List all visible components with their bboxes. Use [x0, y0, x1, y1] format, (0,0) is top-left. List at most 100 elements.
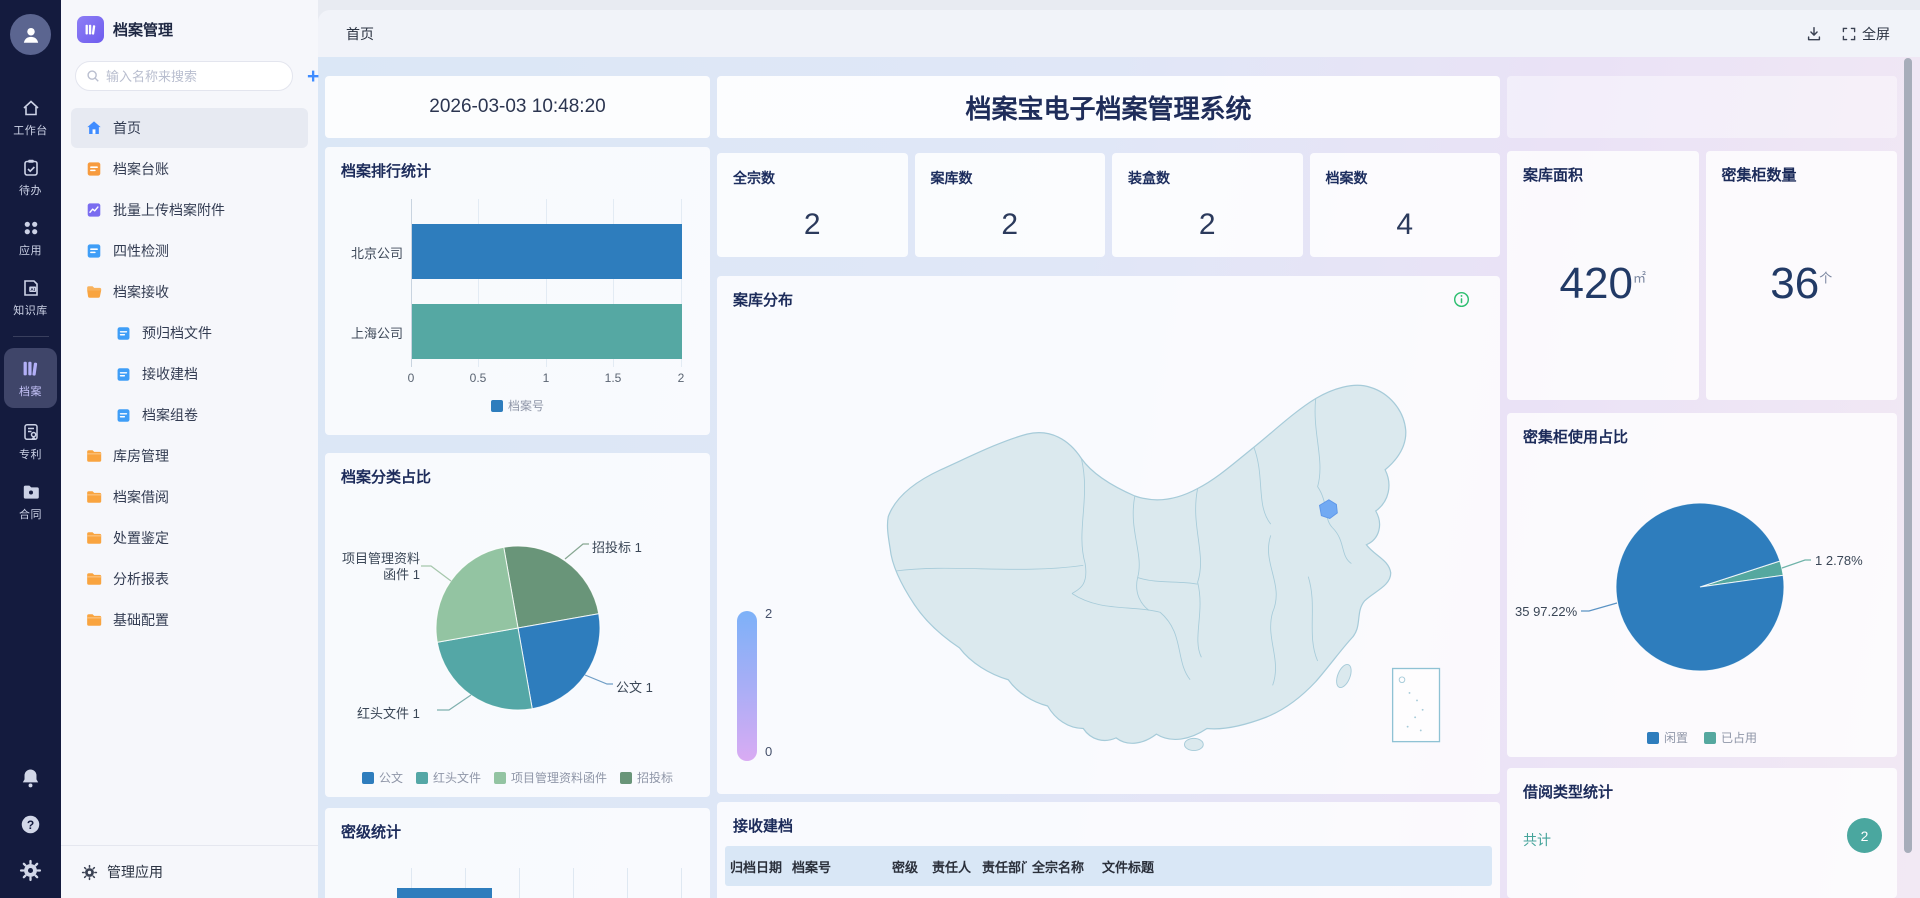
pie-label-redhead: 红头文件 1	[357, 706, 420, 721]
category-pie-legend: 公文 红头文件 项目管理资料函件 招投标	[325, 769, 710, 786]
rail-item-patent[interactable]: 专利	[4, 416, 57, 468]
capacity-cards: 案库面积 420㎡ 密集柜数量 36个	[1507, 151, 1897, 400]
archive-rank-card: 档案排行统计 北京公司 上海公司 0 0.5 1 1.5 2 档案号	[325, 147, 710, 435]
legend-item[interactable]: 已占用	[1704, 729, 1757, 746]
gear-icon	[81, 864, 98, 880]
notifications-bell-icon[interactable]	[19, 767, 42, 790]
menu-item-receive-create[interactable]: 接收建档	[71, 354, 308, 394]
stat-value: 4	[1396, 208, 1414, 241]
map-visual-scale[interactable]	[737, 611, 757, 761]
datetime-card: 2026-03-03 10:48:20	[325, 76, 710, 138]
stat-value: 2	[1198, 208, 1216, 241]
dashboard: 2026-03-03 10:48:20 档案排行统计 北京公司 上海公司 0 0…	[318, 57, 1920, 898]
legend-item[interactable]: 红头文件	[415, 769, 481, 786]
bar-category-label: 北京公司	[350, 246, 403, 261]
cabinet-value: 36个	[1770, 259, 1833, 308]
column-header: 全宗名称	[1032, 859, 1085, 875]
menu-item-base-config[interactable]: 基础配置	[71, 600, 308, 640]
vertical-scrollbar[interactable]	[1904, 58, 1912, 853]
folder-icon	[87, 614, 102, 626]
sidebar: 档案管理 + 首页 档案台账 批量上传档案附件 四性检测 档案接收	[61, 0, 319, 898]
search-box[interactable]	[75, 61, 293, 91]
add-button[interactable]: +	[303, 66, 323, 87]
content-panel: 首页 全屏 2026-03-03 10:48:20 档案排行统计 北京公司 上海…	[318, 10, 1920, 898]
menu-item-batch-upload[interactable]: 批量上传档案附件	[71, 190, 308, 230]
menu-item-home[interactable]: 首页	[71, 108, 308, 148]
column-header: 责任人	[932, 859, 972, 875]
fullscreen-icon	[1842, 27, 1856, 40]
usage-pie-chart[interactable]	[1507, 413, 1897, 757]
menu-item-receive[interactable]: 档案接收	[71, 272, 308, 312]
menu-item-four-check[interactable]: 四性检测	[71, 231, 308, 271]
rail-item-apps[interactable]: 应用	[4, 212, 57, 264]
folder-icon	[87, 532, 102, 544]
menu-item-ledger[interactable]: 档案台账	[71, 149, 308, 189]
app-title: 档案管理	[113, 22, 174, 39]
card-title: 案库分布	[733, 292, 794, 309]
usage-pie-legend: 闲置 已占用	[1507, 729, 1897, 746]
topbar-actions: 全屏	[1805, 24, 1890, 44]
repository-map-card: 案库分布 2 0	[717, 276, 1500, 794]
menu-item-archive-volume[interactable]: 档案组卷	[71, 395, 308, 435]
hainan-island	[1184, 737, 1204, 751]
menu-item-storeroom[interactable]: 库房管理	[71, 436, 308, 476]
rail-item-archive[interactable]: 档案	[4, 348, 57, 408]
download-icon[interactable]	[1805, 25, 1823, 43]
doc-orange-icon	[87, 162, 101, 176]
info-icon[interactable]	[1453, 291, 1470, 308]
china-map[interactable]	[857, 376, 1497, 751]
stat-card-fonds: 全宗数 2	[717, 153, 908, 257]
rail-item-contract[interactable]: 合同	[4, 476, 57, 528]
category-pie-card: 档案分类占比 招投标 1 公文 1 红头文件 1 项目管理资料 函件 1 公文 …	[325, 453, 710, 797]
column-header: 密级	[892, 859, 919, 875]
legend-item[interactable]: 招投标	[620, 769, 673, 786]
main-area: 首页 全屏 2026-03-03 10:48:20 档案排行统计 北京公司 上海…	[318, 0, 1920, 898]
dashboard-middle-column: 档案宝电子档案管理系统 全宗数 2 案库数 2 装盒数 2 档案数 4 案库分布…	[717, 76, 1500, 898]
person-icon	[23, 27, 38, 43]
manage-apps-button[interactable]: 管理应用	[61, 845, 318, 898]
search-input[interactable]	[106, 68, 282, 84]
tab-home[interactable]: 首页	[346, 24, 374, 44]
app-rail: 工作台 待办 应用 AI 知识库 档案 专利 合同 ?	[0, 0, 61, 898]
settings-gear-icon[interactable]	[19, 859, 42, 882]
category-pie-chart[interactable]	[325, 453, 710, 797]
legend-item[interactable]: 项目管理资料函件	[494, 769, 607, 786]
menu-item-dispose[interactable]: 处置鉴定	[71, 518, 308, 558]
folder-icon	[87, 450, 102, 462]
archive-dashboard-app: { "app": {"title": "档案管理"}, "rail": { "i…	[0, 0, 1920, 898]
sidebar-header: 档案管理	[61, 0, 318, 53]
cabinet-usage-card: 密集柜使用占比 1 2.78% 35 97.22% 闲置 已占用	[1507, 413, 1897, 757]
menu-item-pre-archive[interactable]: 预归档文件	[71, 313, 308, 353]
pie-label-tender: 招投标 1	[592, 540, 642, 555]
svg-text:AI: AI	[30, 287, 35, 292]
receive-table-card: 接收建档 归档日期 档案号 密级 责任人 责任部门 全宗名称 文件标题	[717, 802, 1500, 898]
secret-level-bar-partial	[397, 888, 492, 898]
stat-card-repositories: 案库数 2	[914, 153, 1105, 257]
cabinet-count-card: 密集柜数量 36个	[1705, 151, 1897, 400]
rail-item-todo[interactable]: 待办	[4, 152, 57, 204]
user-avatar[interactable]	[10, 14, 51, 55]
legend-item[interactable]: 档案号	[490, 397, 544, 414]
legend-item[interactable]: 公文	[361, 769, 403, 786]
bar-category-label: 上海公司	[350, 326, 403, 341]
rail-item-workbench[interactable]: 工作台	[4, 92, 57, 144]
card-title: 接收建档	[733, 818, 794, 835]
bar-shanghai[interactable]	[412, 304, 682, 359]
menu-item-reports[interactable]: 分析报表	[71, 559, 308, 599]
bar-beijing[interactable]	[412, 224, 682, 279]
repository-area-card: 案库面积 420㎡	[1507, 151, 1699, 400]
help-icon[interactable]: ?	[19, 813, 42, 836]
fullscreen-button[interactable]: 全屏	[1841, 24, 1890, 44]
doc-blue-icon	[87, 244, 101, 258]
column-header: 档案号	[792, 859, 832, 875]
rail-item-knowledge[interactable]: AI 知识库	[4, 272, 57, 324]
knowledge-base-icon: AI	[23, 280, 38, 296]
legend-item[interactable]: 闲置	[1646, 729, 1688, 746]
total-label: 共计	[1523, 832, 1551, 848]
menu-item-borrow[interactable]: 档案借阅	[71, 477, 308, 517]
legend-swatch	[490, 399, 503, 412]
system-title: 档案宝电子档案管理系统	[965, 93, 1252, 124]
stat-value: 2	[803, 208, 821, 241]
card-title: 密集柜数量	[1721, 167, 1797, 184]
borrow-type-card: 借阅类型统计 共计 2	[1507, 768, 1897, 898]
